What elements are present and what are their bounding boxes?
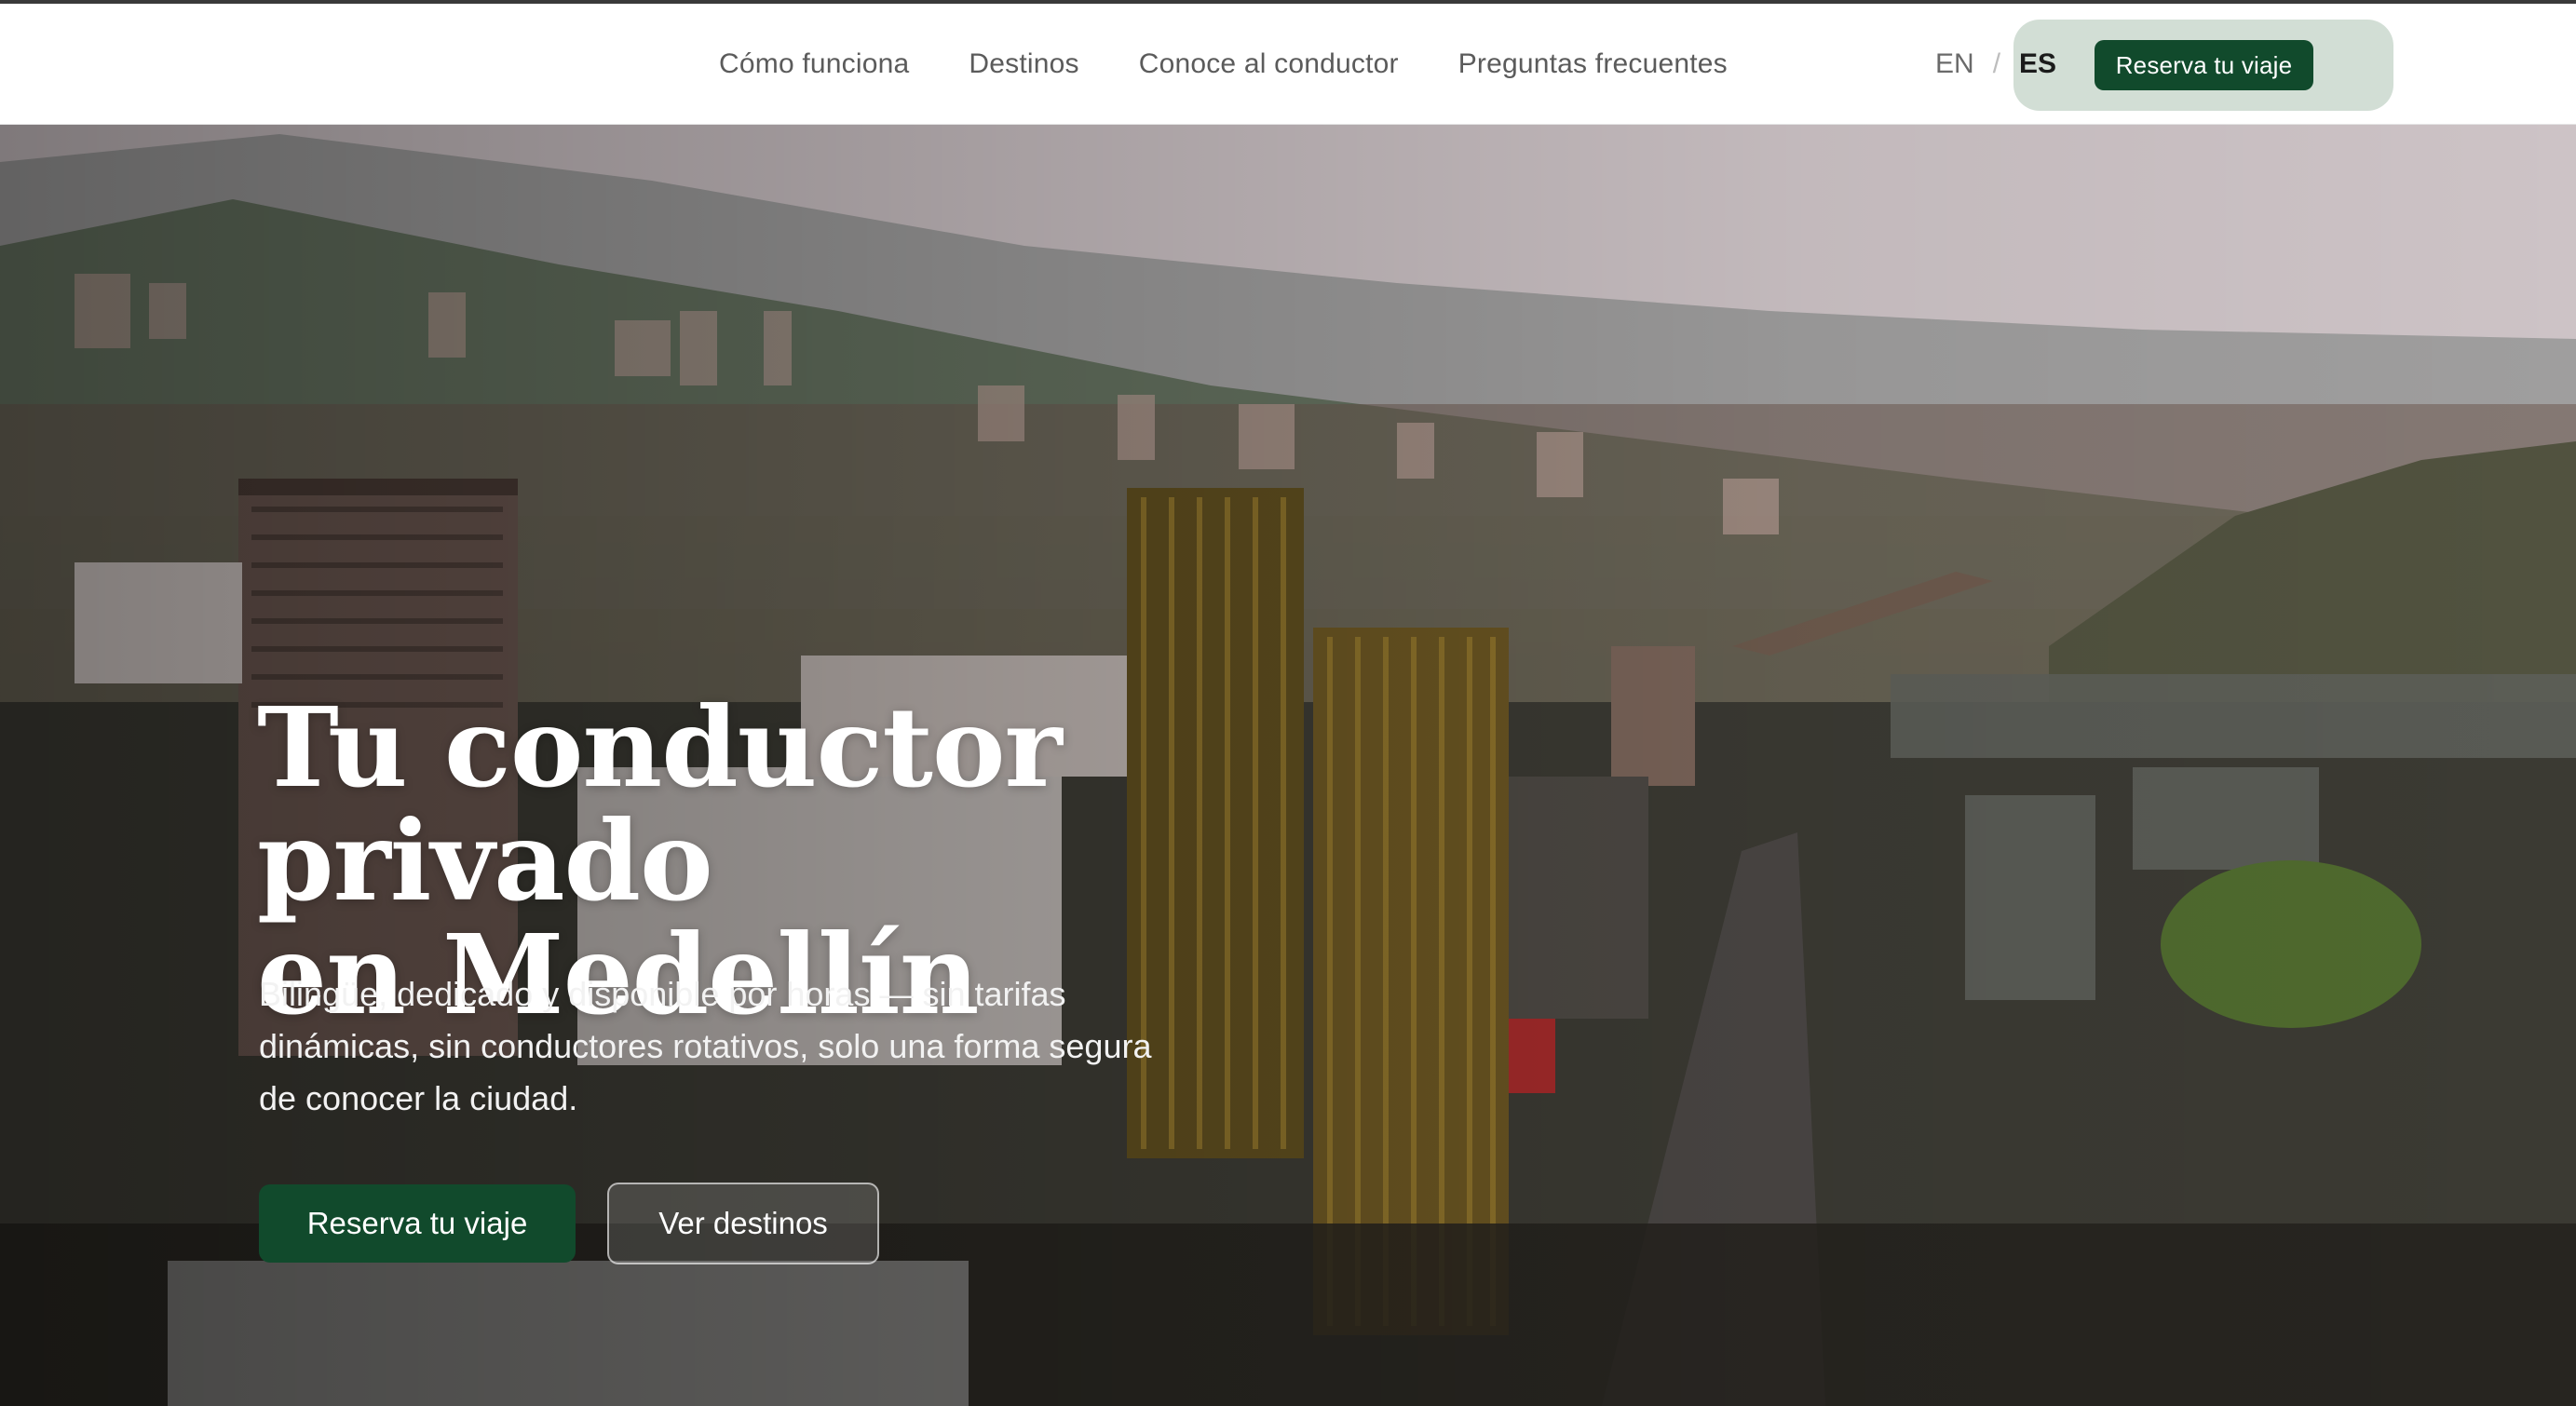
- language-en[interactable]: EN: [1935, 48, 1974, 80]
- nav-link-conoce-al-conductor[interactable]: Conoce al conductor: [1139, 48, 1399, 80]
- nav-links: Cómo funciona Destinos Conoce al conduct…: [719, 4, 1728, 125]
- nav-link-como-funciona[interactable]: Cómo funciona: [719, 48, 909, 80]
- header-book-button[interactable]: Reserva tu viaje: [2095, 40, 2313, 90]
- hero-destinations-button[interactable]: Ver destinos: [607, 1183, 879, 1264]
- language-switcher: EN / ES: [1935, 4, 2056, 125]
- nav-link-destinos[interactable]: Destinos: [969, 48, 1078, 80]
- top-navigation: Cómo funciona Destinos Conoce al conduct…: [0, 4, 2576, 125]
- language-es[interactable]: ES: [2019, 48, 2056, 80]
- language-separator: /: [1992, 48, 2001, 79]
- hero-book-button[interactable]: Reserva tu viaje: [259, 1184, 576, 1263]
- hero-subtitle: Bilingüe, dedicado y disponible por hora…: [259, 975, 1152, 1117]
- nav-link-preguntas-frecuentes[interactable]: Preguntas frecuentes: [1458, 48, 1728, 80]
- hero-title-line-1: Tu conductor privado: [257, 683, 1063, 926]
